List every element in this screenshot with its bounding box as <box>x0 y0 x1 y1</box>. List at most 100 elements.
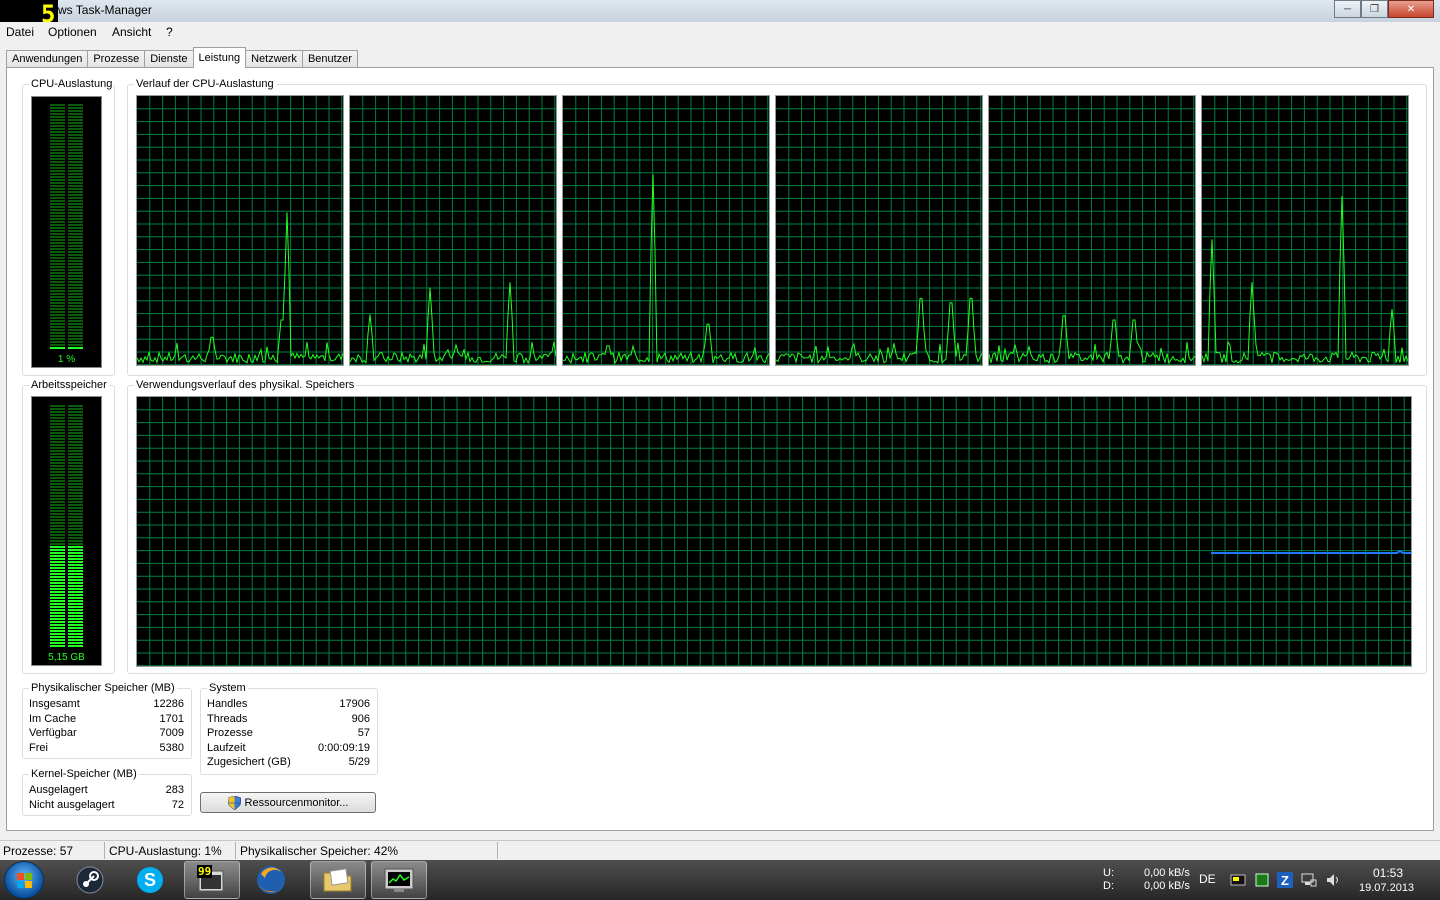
tab-services[interactable]: Dienste <box>144 50 194 68</box>
meter-segment <box>68 453 83 455</box>
meter-segment <box>68 459 83 461</box>
status-memory: Physikalischer Speicher: 42% <box>240 844 399 858</box>
meter-segment <box>50 573 65 575</box>
cpu-usage-group: CPU-Auslastung 1 % <box>22 78 115 376</box>
meter-segment <box>50 543 65 545</box>
meter-segment <box>68 540 83 542</box>
meter-segment <box>50 594 65 596</box>
clock-date[interactable]: 19.07.2013 <box>1359 882 1414 894</box>
meter-segment <box>68 579 83 581</box>
meter-segment <box>68 293 83 295</box>
windows-logo-icon <box>17 873 32 888</box>
tab-applications[interactable]: Anwendungen <box>6 50 89 68</box>
meter-segment <box>68 266 83 268</box>
meter-segment <box>50 197 65 199</box>
meter-segment <box>50 450 65 452</box>
menu-file[interactable]: Datei <box>6 25 34 39</box>
meter-segment <box>68 531 83 533</box>
meter-segment <box>50 423 65 425</box>
taskbar-app-99[interactable]: 99 <box>184 861 240 899</box>
meter-segment <box>68 555 83 557</box>
meter-segment <box>50 633 65 635</box>
meter-segment <box>68 188 83 190</box>
meter-segment <box>50 639 65 641</box>
system-label: System <box>207 682 248 694</box>
meter-segment <box>50 597 65 599</box>
meter-segment <box>68 248 83 250</box>
meter-segment <box>50 266 65 268</box>
meter-segment <box>50 570 65 572</box>
minimize-button[interactable]: ─ <box>1334 0 1361 18</box>
tab-users[interactable]: Benutzer <box>301 50 358 68</box>
meter-segment <box>50 426 65 428</box>
window-title: ws Task-Manager <box>58 3 152 17</box>
meter-segment <box>68 537 83 539</box>
maximize-button[interactable]: ❐ <box>1361 0 1388 18</box>
meter-segment <box>68 149 83 151</box>
meter-segment <box>68 296 83 298</box>
meter-segment <box>50 498 65 500</box>
tray-green-icon[interactable] <box>1254 872 1270 888</box>
cpu-core-graph-2 <box>349 95 557 366</box>
language-indicator[interactable]: DE <box>1199 872 1216 886</box>
meter-segment <box>68 182 83 184</box>
cpu-history-label: Verlauf der CPU-Auslastung <box>134 78 276 90</box>
meter-segment <box>50 107 65 109</box>
meter-segment <box>50 125 65 127</box>
menu-options[interactable]: Optionen <box>48 25 97 39</box>
tray-monitor-icon[interactable] <box>1230 872 1246 888</box>
meter-segment <box>50 618 65 620</box>
meter-segment <box>68 408 83 410</box>
meter-segment <box>50 627 65 629</box>
resource-monitor-button[interactable]: Ressourcenmonitor... <box>200 792 376 813</box>
meter-segment <box>68 447 83 449</box>
taskbar-task-manager[interactable] <box>371 861 427 899</box>
tab-performance[interactable]: Leistung <box>192 47 247 68</box>
taskbar-skype[interactable]: S <box>122 861 178 899</box>
physical-memory-group: Physikalischer Speicher (MB) Insgesamt 1… <box>22 682 192 759</box>
task-manager-icon <box>384 868 414 892</box>
meter-segment <box>50 296 65 298</box>
meter-segment <box>50 152 65 154</box>
stat-total-label: Insgesamt <box>29 698 80 710</box>
clock-time[interactable]: 01:53 <box>1373 866 1403 880</box>
meter-segment <box>68 558 83 560</box>
volume-icon[interactable] <box>1325 872 1341 888</box>
meter-segment <box>68 260 83 262</box>
menu-help[interactable]: ? <box>166 25 173 39</box>
meter-segment <box>50 495 65 497</box>
start-button[interactable] <box>4 861 44 899</box>
menu-view[interactable]: Ansicht <box>112 25 151 39</box>
network-icon[interactable] <box>1301 872 1317 888</box>
tray-z-icon[interactable]: Z <box>1277 872 1293 888</box>
meter-segment <box>68 414 83 416</box>
stat-uptime-label: Laufzeit <box>207 742 246 754</box>
meter-segment <box>50 209 65 211</box>
meter-segment <box>68 290 83 292</box>
taskbar-firefox[interactable] <box>243 861 299 899</box>
meter-segment <box>50 341 65 343</box>
meter-segment <box>50 188 65 190</box>
taskbar-steam[interactable] <box>62 861 118 899</box>
meter-segment <box>50 456 65 458</box>
meter-segment <box>68 405 83 407</box>
taskbar-explorer[interactable] <box>310 861 366 899</box>
tab-network[interactable]: Netzwerk <box>245 50 303 68</box>
meter-segment <box>50 140 65 142</box>
meter-segment <box>68 471 83 473</box>
steam-icon <box>76 866 104 894</box>
memory-history-label: Verwendungsverlauf des physikal. Speiche… <box>134 379 357 391</box>
meter-segment <box>68 119 83 121</box>
stat-threads-label: Threads <box>207 713 248 725</box>
meter-segment <box>68 200 83 202</box>
firefox-icon <box>257 866 285 894</box>
cpu-history-line <box>1202 196 1408 364</box>
meter-segment <box>50 471 65 473</box>
meter-segment <box>68 411 83 413</box>
meter-segment <box>68 420 83 422</box>
close-button[interactable]: ✕ <box>1388 0 1434 18</box>
meter-segment <box>50 242 65 244</box>
stat-free-label: Frei <box>29 742 48 754</box>
tab-processes[interactable]: Prozesse <box>87 50 146 68</box>
meter-segment <box>50 507 65 509</box>
